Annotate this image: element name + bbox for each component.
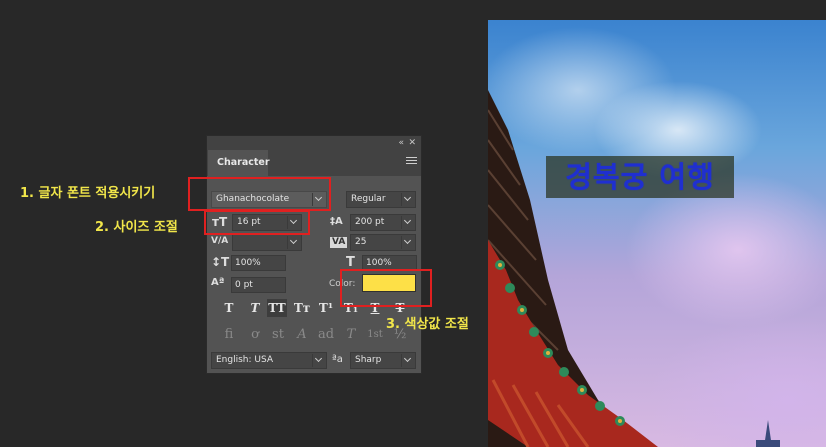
chevron-down-icon (401, 354, 414, 367)
ordinals-button[interactable]: 1st (365, 326, 385, 344)
antialias-icon: ªa (332, 354, 343, 365)
language-value: English: USA (216, 355, 274, 365)
hamburger-menu-icon[interactable] (406, 157, 417, 167)
leading-value: 200 pt (355, 217, 385, 227)
kerning-dropdown[interactable] (232, 234, 302, 251)
tracking-icon: VA (330, 237, 348, 248)
annotation-step2-label: 2. 사이즈 조절 (95, 220, 178, 235)
palace-roof-illustration (488, 90, 780, 447)
annotation-box-color (340, 269, 432, 307)
collapse-icon[interactable]: « (398, 136, 403, 150)
annotation-step1-label: 1. 글자 폰트 적용시키기 (20, 186, 156, 201)
chevron-down-icon (401, 193, 414, 206)
tracking-value: 25 (355, 237, 367, 247)
tracking-dropdown[interactable]: 25 (350, 234, 416, 251)
annotation-box-font (188, 177, 331, 211)
contextual-alternates-button[interactable]: ơ (245, 326, 265, 344)
close-icon[interactable]: ✕ (408, 136, 416, 150)
horizontal-scale-icon: T (346, 255, 355, 270)
annotation-box-size (204, 210, 310, 235)
font-style-dropdown[interactable]: Regular (346, 191, 416, 208)
small-caps-button[interactable]: Tт (292, 299, 312, 317)
kerning-icon: V/A (211, 236, 229, 246)
vertical-scale-field[interactable]: 100% (231, 255, 286, 271)
font-style-value: Regular (351, 194, 386, 204)
stylistic-alternates-button[interactable]: ad (316, 326, 336, 344)
ligatures-button[interactable]: fi (219, 326, 239, 344)
panel-title-bar[interactable]: « ✕ (207, 136, 421, 150)
chevron-down-icon (312, 354, 325, 367)
faux-bold-button[interactable]: T (219, 299, 239, 317)
antialias-value: Sharp (355, 355, 382, 365)
tab-character[interactable]: Character (208, 150, 270, 176)
chevron-down-icon (401, 216, 414, 229)
discretionary-ligatures-button[interactable]: st (268, 326, 288, 344)
canvas-title-text[interactable]: 경복궁 여행 (546, 156, 734, 198)
superscript-button[interactable]: T¹ (316, 299, 336, 317)
language-dropdown[interactable]: English: USA (211, 352, 327, 369)
canvas-photo (488, 20, 826, 447)
swash-button[interactable]: A (292, 326, 312, 344)
titling-alternates-button[interactable]: T (341, 326, 361, 344)
leading-icon: ‡A (330, 216, 343, 227)
vertical-scale-icon: ↕T (211, 255, 230, 269)
antialias-dropdown[interactable]: Sharp (350, 352, 416, 369)
chevron-down-icon (287, 236, 300, 249)
panel-tab-bar: Character (207, 150, 421, 176)
leading-dropdown[interactable]: 200 pt (350, 214, 416, 231)
baseline-shift-icon: Aª (211, 277, 225, 288)
all-caps-button[interactable]: TT (267, 299, 287, 317)
annotation-step3-label: 3. 색상값 조절 (386, 317, 469, 332)
faux-italic-button[interactable]: T (245, 299, 265, 317)
baseline-shift-field[interactable]: 0 pt (231, 277, 286, 293)
chevron-down-icon (401, 236, 414, 249)
